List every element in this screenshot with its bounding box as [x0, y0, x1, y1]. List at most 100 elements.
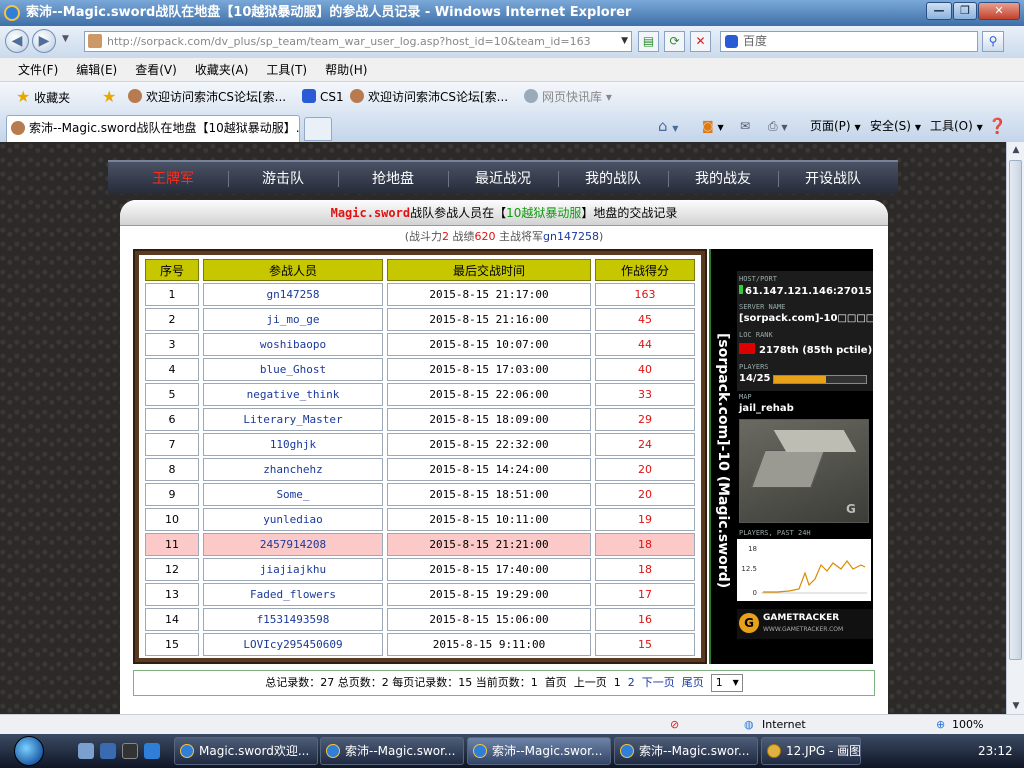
menu-view[interactable]: 查看(V): [126, 58, 186, 82]
row-player[interactable]: negative_think: [203, 383, 383, 406]
row-player[interactable]: yunlediao: [203, 508, 383, 531]
baidu-icon: [725, 35, 738, 48]
gt-players-bar: [773, 375, 867, 384]
favorites-button[interactable]: ★ 收藏夹: [16, 82, 70, 113]
row-player[interactable]: gn147258: [203, 283, 383, 306]
restore-button[interactable]: ❐: [953, 2, 977, 20]
row-score: 24: [595, 433, 695, 456]
row-time: 2015-8-15 14:24:00: [387, 458, 591, 481]
table-row: 15 LOVIcy295450609 2015-8-15 9:11:00 15: [145, 633, 695, 656]
fav-link-2[interactable]: CS1: [302, 82, 344, 112]
web-slice-gallery[interactable]: 网页快讯库 ▾: [524, 82, 612, 112]
table-row: 12 jiajiajkhu 2015-8-15 17:40:00 18: [145, 558, 695, 581]
mail-icon[interactable]: ✉: [740, 112, 750, 140]
pager-last[interactable]: 尾页: [682, 676, 704, 689]
pager-next[interactable]: 下一页: [642, 676, 675, 689]
page-menu[interactable]: 页面(P) ▼: [810, 112, 861, 142]
scroll-down-arrow[interactable]: ▼: [1007, 698, 1024, 714]
gametracker-banner[interactable]: [sorpack.com]-10 (Magic.sword) HOST/PORT…: [711, 249, 873, 664]
row-player[interactable]: f1531493598: [203, 608, 383, 631]
gt-brand-url: WWW.GAMETRACKER.COM: [763, 626, 844, 633]
row-player[interactable]: Faded_flowers: [203, 583, 383, 606]
task-2[interactable]: 索沛--Magic.swor...: [320, 737, 464, 765]
task-4[interactable]: 索沛--Magic.swor...: [614, 737, 758, 765]
task-5-label: 12.JPG - 画图: [786, 744, 861, 758]
row-player[interactable]: ji_mo_ge: [203, 308, 383, 331]
search-input[interactable]: 百度: [720, 31, 978, 52]
safety-menu[interactable]: 安全(S) ▼: [870, 112, 921, 142]
forward-button[interactable]: ▶: [32, 29, 56, 53]
row-player[interactable]: zhanchehz: [203, 458, 383, 481]
tools-menu[interactable]: 工具(O) ▼: [930, 112, 983, 142]
fav-link-1[interactable]: 欢迎访问索沛CS论坛[索...: [128, 82, 286, 112]
pager-page-2[interactable]: 2: [628, 676, 635, 689]
compatibility-view-icon[interactable]: ▤: [638, 31, 659, 52]
switch-windows-icon[interactable]: [100, 743, 116, 759]
row-time: 2015-8-15 22:32:00: [387, 433, 591, 456]
row-player[interactable]: jiajiajkhu: [203, 558, 383, 581]
row-player[interactable]: LOVIcy295450609: [203, 633, 383, 656]
nav-guerrilla[interactable]: 游击队: [228, 162, 338, 196]
row-score: 16: [595, 608, 695, 631]
stop-icon[interactable]: ✕: [690, 31, 711, 52]
row-score: 40: [595, 358, 695, 381]
address-dropdown-icon[interactable]: ▼: [621, 32, 628, 51]
add-favorite-icon[interactable]: ★: [102, 82, 116, 113]
home-icon[interactable]: ⌂ ▼: [658, 112, 678, 143]
refresh-icon[interactable]: ⟳: [664, 31, 685, 52]
nav-my-team[interactable]: 我的战队: [558, 162, 668, 196]
window-title-bar: 索沛--Magic.sword战队在地盘【10越狱暴动服】的参战人员记录 - W…: [0, 0, 1024, 26]
print-icon[interactable]: ⎙ ▼: [768, 112, 788, 142]
stats-open: (战斗力: [404, 230, 443, 243]
address-bar[interactable]: http://sorpack.com/dv_plus/sp_team/team_…: [84, 31, 632, 52]
col-player: 参战人员: [203, 259, 383, 281]
table-row: 7 110ghjk 2015-8-15 22:32:00 24: [145, 433, 695, 456]
back-button[interactable]: ◀: [5, 29, 29, 53]
china-flag-icon: [739, 343, 755, 354]
show-desktop-icon[interactable]: [78, 743, 94, 759]
nav-create-team[interactable]: 开设战队: [778, 162, 888, 196]
favorites-bar: ★ 收藏夹 ★ 欢迎访问索沛CS论坛[索... CS1 欢迎访问索沛CS论坛[索…: [0, 82, 1024, 112]
task-5[interactable]: 12.JPG - 画图: [761, 737, 861, 765]
help-icon[interactable]: ❓: [988, 112, 1007, 140]
fav-link-3[interactable]: 欢迎访问索沛CS论坛[索...: [350, 82, 508, 112]
task-1[interactable]: Magic.sword欢迎...: [174, 737, 318, 765]
task-3-active[interactable]: 索沛--Magic.swor...: [467, 737, 611, 765]
nav-recent-battles[interactable]: 最近战况: [448, 162, 558, 196]
zoom-level[interactable]: 100%: [952, 715, 983, 734]
vertical-scrollbar[interactable]: ▲ ▼: [1006, 142, 1024, 714]
page-select[interactable]: 1 ▼: [710, 674, 743, 692]
nav-ace-army[interactable]: 王牌军: [118, 162, 228, 196]
col-last-battle: 最后交战时间: [387, 259, 591, 281]
row-player[interactable]: 110ghjk: [203, 433, 383, 456]
menu-favorites[interactable]: 收藏夹(A): [186, 58, 258, 82]
clock[interactable]: 23:12: [978, 734, 1013, 768]
col-score: 作战得分: [595, 259, 695, 281]
start-button[interactable]: [14, 736, 44, 766]
menu-tools[interactable]: 工具(T): [257, 58, 316, 82]
scroll-up-arrow[interactable]: ▲: [1007, 142, 1024, 158]
protected-mode-icon[interactable]: ⊘: [670, 715, 679, 734]
ie-quicklaunch-icon[interactable]: [144, 743, 160, 759]
feeds-icon[interactable]: ◙ ▼: [702, 112, 724, 142]
close-button[interactable]: ✕: [978, 2, 1020, 20]
team-general[interactable]: gn147258: [543, 230, 599, 243]
cs-game-icon[interactable]: [122, 743, 138, 759]
row-player[interactable]: Some_: [203, 483, 383, 506]
scroll-thumb[interactable]: [1009, 160, 1022, 660]
row-player[interactable]: woshibaopo: [203, 333, 383, 356]
recent-pages-dropdown[interactable]: ▼: [62, 34, 69, 44]
minimize-button[interactable]: —: [926, 2, 952, 20]
tab-active[interactable]: 索沛--Magic.sword战队在地盘【10越狱暴动服】...: [6, 115, 300, 142]
nav-my-teammates[interactable]: 我的战友: [668, 162, 778, 196]
menu-help[interactable]: 帮助(H): [316, 58, 376, 82]
new-tab-button[interactable]: [304, 117, 332, 141]
row-player[interactable]: blue_Ghost: [203, 358, 383, 381]
row-player[interactable]: Literary_Master: [203, 408, 383, 431]
menu-edit[interactable]: 编辑(E): [67, 58, 126, 82]
menu-file[interactable]: 文件(F): [0, 58, 67, 82]
zoom-icon[interactable]: ⊕: [936, 715, 945, 734]
search-icon[interactable]: ⚲: [982, 31, 1004, 52]
row-player[interactable]: 2457914208: [203, 533, 383, 556]
nav-territory[interactable]: 抢地盘: [338, 162, 448, 196]
